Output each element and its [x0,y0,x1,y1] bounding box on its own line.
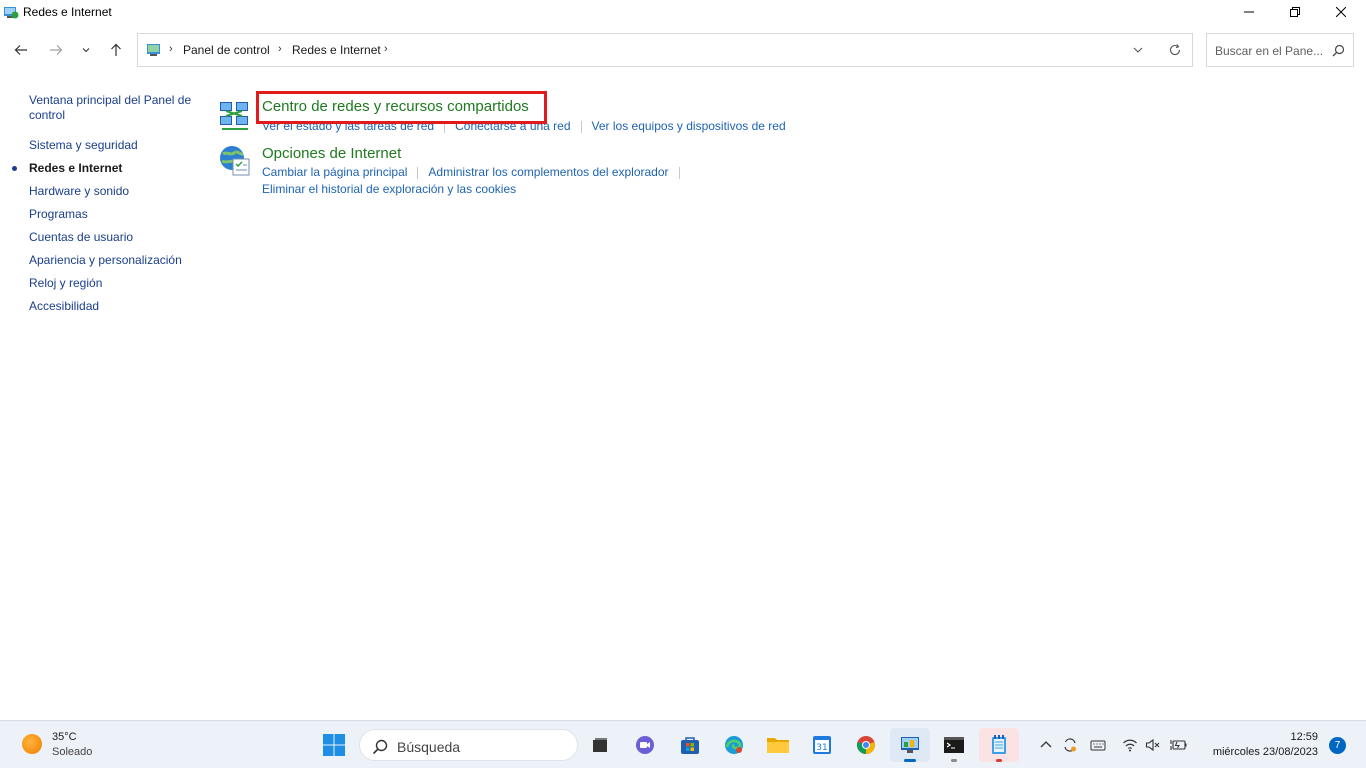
edge-browser-button[interactable] [714,728,754,762]
refresh-icon [1169,44,1181,56]
sidebar-item-cuentas-de-usuario[interactable]: Cuentas de usuario [29,230,199,245]
wifi-icon[interactable] [1122,737,1138,753]
sidebar-item-accesibilidad[interactable]: Accesibilidad [29,299,199,314]
search-icon[interactable] [1332,44,1345,57]
volume-muted-icon[interactable] [1145,737,1161,753]
task-view-icon [593,738,607,752]
sun-weather-icon[interactable] [22,734,42,754]
sync-icon[interactable] [1062,737,1078,753]
breadcrumb-separator: › [384,43,388,55]
control-panel-taskbar-button[interactable] [890,728,930,762]
breadcrumb-panel-de-control[interactable]: Panel de control [183,43,270,57]
address-bar[interactable]: › Panel de control › Redes e Internet › [137,33,1193,67]
restore-button[interactable] [1272,0,1318,24]
edge-icon [725,736,743,754]
up-button[interactable] [104,40,128,60]
notepad-button[interactable] [979,728,1019,762]
taskbar: 35°C Soleado Búsqueda 31 12:59 miércoles… [0,720,1366,768]
arrow-right-icon [50,45,63,55]
sidebar-item-reloj-y-region[interactable]: Reloj y región [29,276,199,291]
sidebar-item-apariencia[interactable]: Apariencia y personalización [29,253,199,268]
link-divider [417,166,419,179]
link-eliminar-historial[interactable]: Eliminar el historial de exploración y l… [262,182,516,196]
keyboard-icon[interactable] [1090,737,1106,753]
breadcrumb-separator: › [278,43,282,55]
active-indicator [904,759,916,762]
control-panel-icon [901,737,919,753]
chat-icon [636,736,654,754]
sidebar-item-redes-e-internet[interactable]: Redes e Internet [12,161,199,176]
chrome-icon [856,736,876,754]
weather-condition[interactable]: Soleado [52,746,92,758]
sidebar-item-label: Redes e Internet [29,161,123,175]
forward-button[interactable] [44,40,68,60]
chevron-down-icon [1133,47,1143,53]
folder-icon [767,738,789,753]
internet-options-icon [218,144,252,178]
clock-time[interactable]: 12:59 [1290,731,1318,743]
network-center-icon [218,98,252,132]
refresh-button[interactable] [1168,43,1182,57]
sidebar-item-programas[interactable]: Programas [29,207,199,222]
microsoft-store-button[interactable] [670,728,710,762]
terminal-button[interactable] [934,728,974,762]
search-icon [372,739,388,755]
back-button[interactable] [9,40,33,60]
window-title: Redes e Internet [23,5,112,19]
arrow-left-icon [14,45,27,55]
notepad-icon [992,735,1006,754]
minimize-button[interactable] [1226,0,1272,24]
link-ver-equipos-red[interactable]: Ver los equipos y dispositivos de red [592,119,786,133]
network-globe-icon [3,4,19,20]
category-title-internet-options[interactable]: Opciones de Internet [262,145,401,162]
calendar-icon: 31 [813,736,831,754]
link-divider [678,166,680,179]
chrome-browser-button[interactable] [846,728,886,762]
navigation-bar: › Panel de control › Redes e Internet › … [0,32,1366,68]
weather-temperature[interactable]: 35°C [52,731,77,743]
task-view-button[interactable] [580,728,620,762]
sidebar-item-hardware-y-sonido[interactable]: Hardware y sonido [29,184,199,199]
terminal-icon [944,737,964,753]
link-divider [580,120,582,133]
highlight-annotation [256,91,547,124]
link-cambiar-pagina-principal[interactable]: Cambiar la página principal [262,165,407,179]
clock-date[interactable]: miércoles 23/08/2023 [1213,746,1318,758]
battery-charging-icon[interactable] [1170,737,1187,753]
control-panel-icon [146,42,162,58]
link-administrar-complementos[interactable]: Administrar los complementos del explora… [428,165,668,179]
attention-indicator [996,759,1002,762]
active-bullet [12,166,17,171]
show-hidden-icons-chevron-up-icon[interactable] [1038,737,1054,753]
windows-logo-icon [323,734,345,756]
file-explorer-button[interactable] [758,728,798,762]
category-links-row-2: Eliminar el historial de exploración y l… [262,182,516,196]
address-dropdown-button[interactable] [1132,44,1144,56]
search-placeholder: Buscar en el Pane... [1215,44,1324,58]
sidebar: Ventana principal del Panel de control S… [12,93,199,322]
calendar-button[interactable]: 31 [802,728,842,762]
taskbar-search-label: Búsqueda [397,739,461,755]
close-button[interactable] [1318,0,1364,24]
category-links: Cambiar la página principal Administrar l… [262,165,690,179]
breadcrumb-separator: › [169,43,173,55]
svg-text:31: 31 [816,743,827,753]
teams-chat-button[interactable] [625,728,665,762]
sidebar-item-ventana-principal[interactable]: Ventana principal del Panel de control [29,93,199,123]
title-bar: Redes e Internet [0,0,1366,24]
recent-locations-button[interactable] [74,40,98,60]
breadcrumb-redes-e-internet[interactable]: Redes e Internet [292,43,381,57]
chevron-down-icon [82,48,90,53]
taskbar-search[interactable]: Búsqueda [359,729,578,761]
sidebar-item-sistema-y-seguridad[interactable]: Sistema y seguridad [29,138,199,153]
arrow-up-icon [111,43,121,56]
running-indicator [951,759,957,762]
start-button[interactable] [322,733,346,757]
search-input[interactable]: Buscar en el Pane... [1206,33,1354,67]
notification-badge[interactable]: 7 [1329,737,1346,754]
store-icon [681,737,699,754]
